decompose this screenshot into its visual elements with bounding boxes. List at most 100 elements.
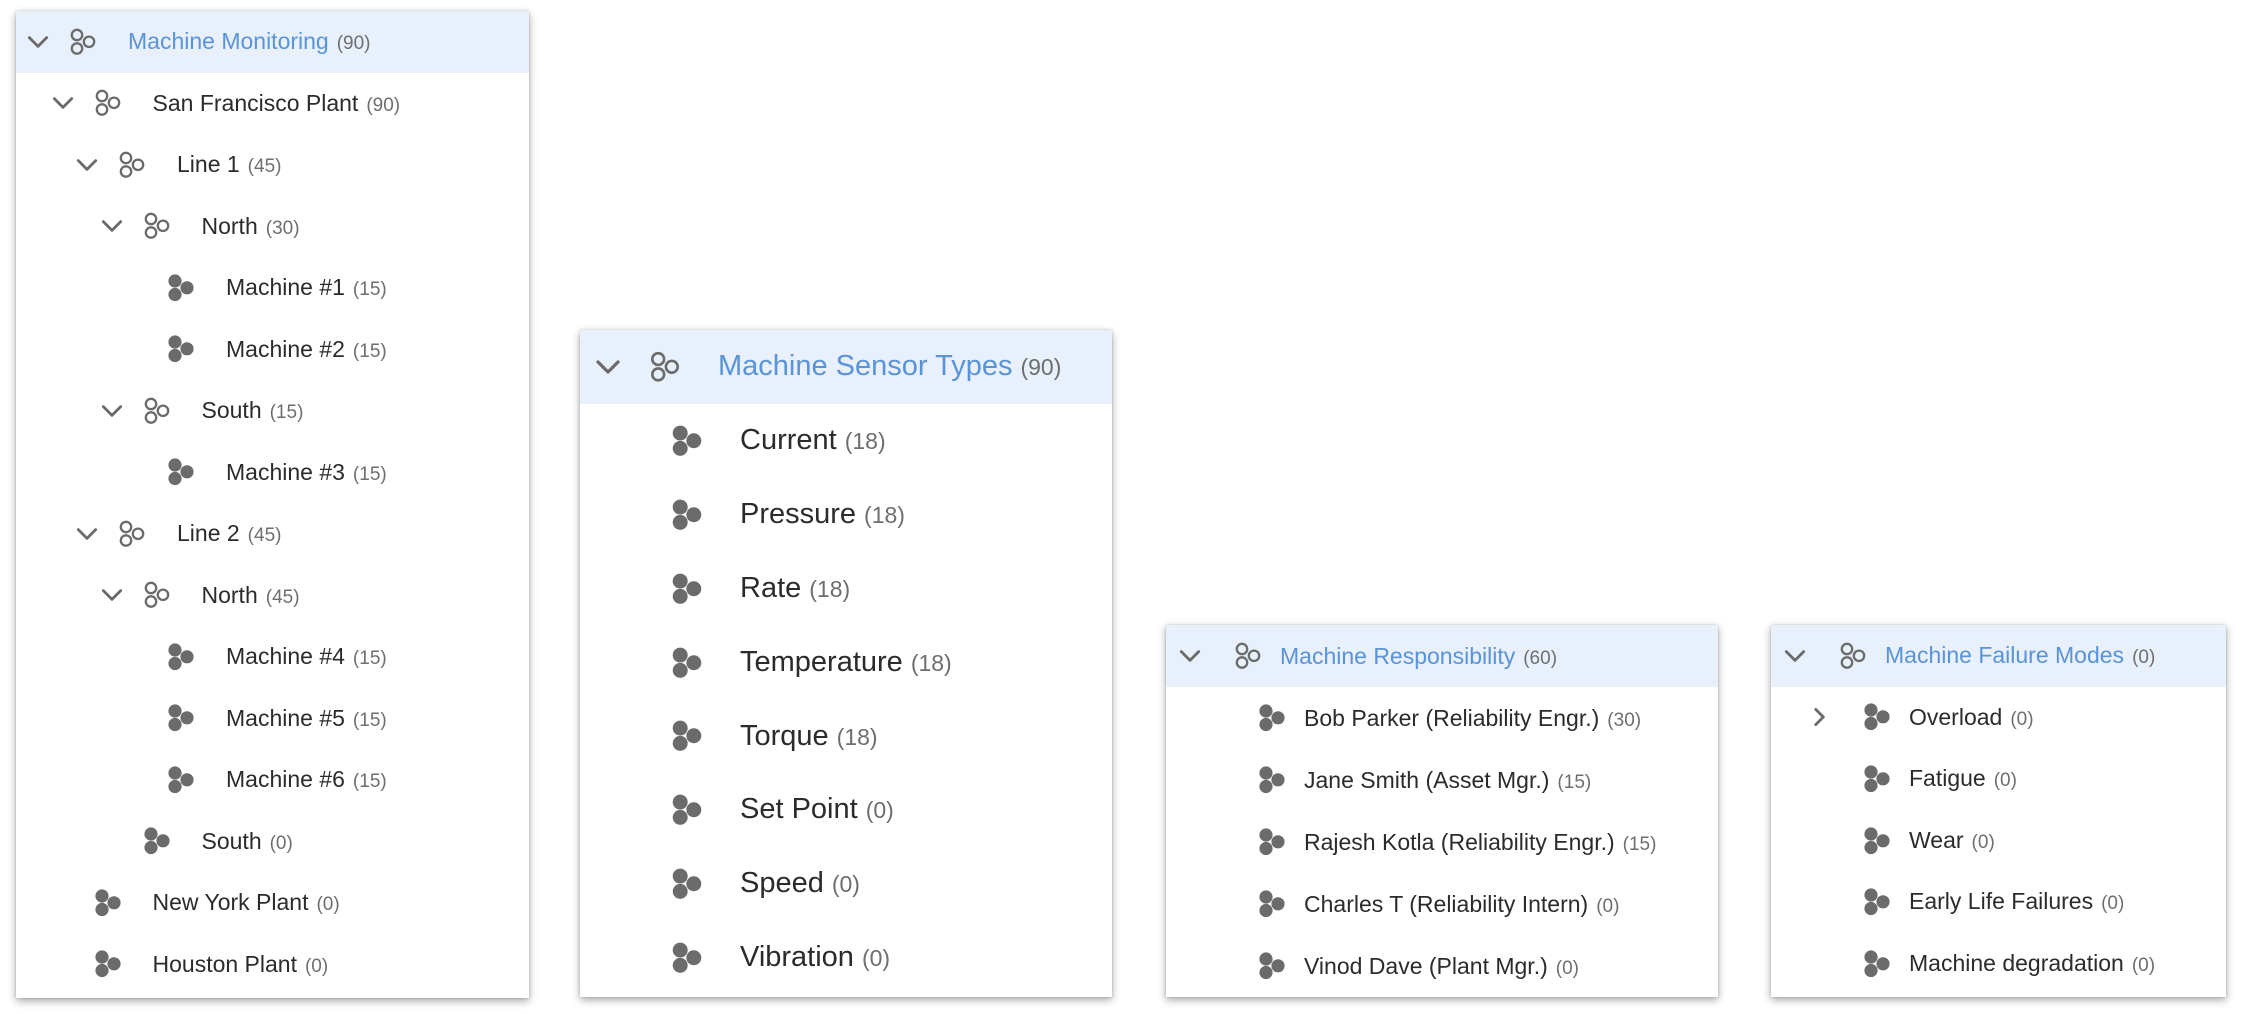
hierarchy-outline-icon [68, 27, 98, 57]
chevron-down-icon[interactable] [25, 29, 51, 55]
tree-node-bob-parker-reliability-engr[interactable]: Bob Parker (Reliability Engr.) (30) [1166, 687, 1718, 749]
tree-node-set-point[interactable]: Set Point (0) [580, 773, 1112, 847]
node-label: Machine #5 [226, 704, 345, 731]
hierarchy-filled-icon [166, 273, 196, 303]
tree-node-rate[interactable]: Rate (18) [580, 552, 1112, 626]
hierarchy-filled-icon [1862, 764, 1892, 794]
tree-node-new-york-plant[interactable]: New York Plant (0) [16, 872, 529, 934]
hierarchy-outline-icon [142, 211, 172, 241]
node-count: (18) [864, 501, 905, 528]
tree-node-machine-3[interactable]: Machine #3 (15) [16, 442, 529, 504]
tree-node-speed[interactable]: Speed (0) [580, 847, 1112, 921]
chevron-down-icon[interactable] [99, 582, 125, 608]
tree-node-early-life-failures[interactable]: Early Life Failures (0) [1771, 871, 2226, 933]
node-count: (15) [1557, 772, 1592, 793]
node-count: (30) [1607, 710, 1642, 731]
node-label: Machine Responsibility [1280, 643, 1516, 669]
node-count: (45) [265, 586, 300, 608]
node-label: Machine #1 [226, 274, 345, 300]
node-count: (0) [1993, 770, 2017, 792]
tree-node-south[interactable]: South (0) [16, 811, 529, 873]
hierarchy-filled-icon [670, 424, 704, 458]
hierarchy-filled-icon [670, 867, 704, 901]
chevron-down-icon[interactable] [99, 398, 125, 424]
hierarchy-filled-icon [1862, 887, 1892, 917]
hierarchy-filled-icon [1257, 889, 1287, 919]
tree-node-south[interactable]: South (15) [16, 380, 529, 442]
node-label: Speed [740, 867, 824, 900]
node-count: (15) [352, 340, 387, 362]
tree-node-line-2[interactable]: Line 2 (45) [16, 503, 529, 565]
node-count: (30) [265, 217, 300, 239]
hierarchy-filled-icon [670, 719, 704, 753]
chevron-right-icon[interactable] [1806, 704, 1832, 730]
hierarchy-filled-icon [1862, 949, 1892, 979]
node-label: Line 1 [177, 151, 240, 177]
machine-sensor-types-tree: Machine Sensor Types (90) Current (18) Press… [580, 330, 1112, 997]
chevron-down-icon[interactable] [593, 352, 623, 382]
node-count: (0) [1971, 831, 1995, 853]
tree-node-charles-t-reliability-intern[interactable]: Charles T (Reliability Intern) (0) [1166, 873, 1718, 935]
tree-node-fatigue[interactable]: Fatigue (0) [1771, 748, 2226, 810]
hierarchy-filled-icon [166, 765, 196, 795]
chevron-down-icon[interactable] [99, 213, 125, 239]
tree-node-vinod-dave-plant-mgr[interactable]: Vinod Dave (Plant Mgr.) (0) [1166, 935, 1718, 997]
node-label: Machine #4 [226, 643, 345, 669]
tree-node-rajesh-kotla-reliability-engr[interactable]: Rajesh Kotla (Reliability Engr.) (15) [1166, 811, 1718, 873]
tree-node-temperature[interactable]: Temperature (18) [580, 626, 1112, 700]
node-label: Rate [740, 571, 802, 604]
node-label: Charles T (Reliability Intern) [1304, 891, 1589, 917]
node-count: (0) [861, 945, 891, 972]
hierarchy-filled-icon [670, 793, 704, 827]
node-label: Wear [1909, 826, 1964, 853]
tree-node-houston-plant[interactable]: Houston Plant (0) [16, 934, 529, 996]
chevron-down-icon[interactable] [1177, 643, 1203, 669]
hierarchy-filled-icon [1257, 827, 1287, 857]
tree-root-node[interactable]: Machine Sensor Types (90) [580, 330, 1112, 404]
tree-node-pressure[interactable]: Pressure (18) [580, 478, 1112, 552]
tree-root-node[interactable]: Machine Failure Modes (0) [1771, 625, 2226, 687]
tree-node-machine-4[interactable]: Machine #4 (15) [16, 626, 529, 688]
tree-node-wear[interactable]: Wear (0) [1771, 810, 2226, 872]
node-label: Bob Parker (Reliability Engr.) [1304, 705, 1600, 731]
node-count: (0) [316, 894, 340, 915]
hierarchy-filled-icon [670, 572, 704, 606]
tree-node-torque[interactable]: Torque (18) [580, 700, 1112, 774]
node-label: Line 2 [177, 520, 240, 546]
node-label: Rajesh Kotla (Reliability Engr.) [1304, 829, 1615, 855]
node-label: Set Point [740, 793, 858, 826]
tree-node-machine-2[interactable]: Machine #2 (15) [16, 319, 529, 381]
tree-node-north[interactable]: North (45) [16, 565, 529, 627]
tree-node-machine-1[interactable]: Machine #1 (15) [16, 257, 529, 319]
hierarchy-filled-icon [1257, 765, 1287, 795]
node-count: (0) [1596, 896, 1620, 917]
chevron-down-icon[interactable] [1782, 643, 1808, 669]
tree-node-machine-degradation[interactable]: Machine degradation (0) [1771, 933, 2226, 995]
node-label: Current [740, 423, 837, 456]
hierarchy-filled-icon [142, 826, 172, 856]
hierarchy-outline-icon [648, 350, 682, 384]
node-label: Fatigue [1909, 765, 1986, 792]
tree-root-node[interactable]: Machine Monitoring (90) [16, 11, 529, 73]
chevron-down-icon[interactable] [74, 521, 100, 547]
tree-node-san-francisco-plant[interactable]: San Francisco Plant (90) [16, 73, 529, 135]
node-label: Machine Monitoring [128, 28, 329, 54]
tree-node-line-1[interactable]: Line 1 (45) [16, 134, 529, 196]
chevron-down-icon[interactable] [74, 152, 100, 178]
tree-node-machine-6[interactable]: Machine #6 (15) [16, 749, 529, 811]
tree-node-north[interactable]: North (30) [16, 196, 529, 258]
hierarchy-filled-icon [93, 949, 123, 979]
node-count: (0) [2101, 893, 2125, 915]
hierarchy-filled-icon [1862, 702, 1892, 732]
tree-node-vibration[interactable]: Vibration (0) [580, 921, 1112, 995]
node-label: Machine #6 [226, 766, 345, 792]
hierarchy-filled-icon [1257, 951, 1287, 981]
tree-root-node[interactable]: Machine Responsibility (60) [1166, 625, 1718, 687]
tree-node-machine-5[interactable]: Machine #5 (15) [16, 688, 529, 750]
machine-responsibility-tree: Machine Responsibility (60) Bob Parker (Re… [1166, 625, 1718, 997]
tree-node-jane-smith-asset-mgr[interactable]: Jane Smith (Asset Mgr.) (15) [1166, 749, 1718, 811]
chevron-down-icon[interactable] [50, 90, 76, 116]
hierarchy-filled-icon [166, 642, 196, 672]
tree-node-overload[interactable]: Overload (0) [1771, 687, 2226, 749]
tree-node-current[interactable]: Current (18) [580, 404, 1112, 478]
